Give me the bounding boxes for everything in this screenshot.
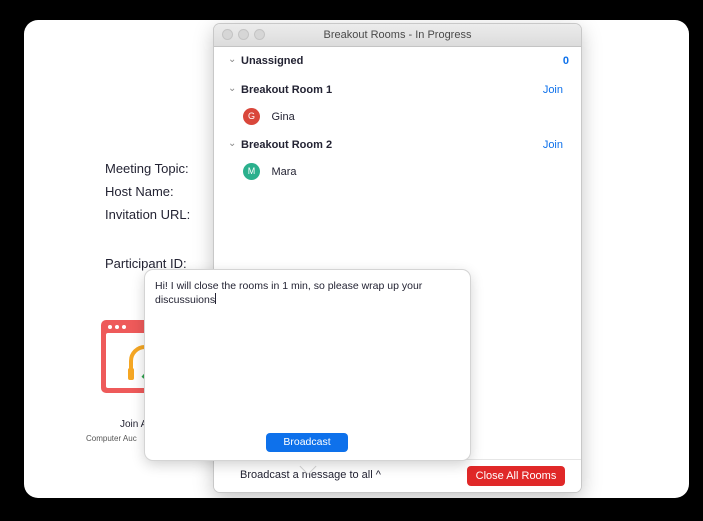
text-caret [215, 293, 217, 304]
room-row-1[interactable]: ⌄ Breakout Room 1 Join [214, 81, 581, 101]
broadcast-message-text: Hi! I will close the rooms in 1 min, so … [155, 280, 423, 306]
close-all-rooms-button[interactable]: Close All Rooms [467, 466, 565, 486]
unassigned-label: Unassigned [241, 55, 304, 67]
participant-name: Mara [271, 165, 297, 178]
broadcast-button[interactable]: Broadcast [266, 433, 348, 452]
panel-title: Breakout Rooms - In Progress [323, 29, 472, 41]
participant-name: Gina [271, 110, 295, 123]
host-name-label: Host Name: [105, 184, 174, 199]
meeting-info: Meeting Topic: Host Name: Invitation URL… [105, 157, 190, 275]
avatar: G [243, 108, 260, 126]
join-room-2-button[interactable]: Join [543, 139, 563, 151]
room-row-2[interactable]: ⌄ Breakout Room 2 Join [214, 136, 581, 156]
chevron-down-icon: ⌄ [228, 138, 237, 149]
join-audio-label: Join A [120, 419, 148, 430]
room-name: Breakout Room 1 [241, 84, 333, 96]
participant-item: M Mara [243, 163, 297, 181]
join-room-1-button[interactable]: Join [543, 84, 563, 96]
panel-titlebar: Breakout Rooms - In Progress [214, 24, 581, 47]
panel-footer: Broadcast a message to all ^ Close All R… [214, 459, 581, 492]
chevron-down-icon: ⌄ [228, 54, 237, 65]
invitation-url-label: Invitation URL: [105, 207, 191, 222]
unassigned-count: 0 [562, 55, 569, 67]
broadcast-popover: Hi! I will close the rooms in 1 min, so … [145, 270, 470, 460]
avatar: M [243, 163, 260, 181]
chevron-down-icon: ⌄ [228, 83, 237, 94]
participant-item: G Gina [243, 108, 295, 126]
unassigned-row[interactable]: ⌄ Unassigned 0 [214, 52, 581, 72]
broadcast-message-input[interactable]: Hi! I will close the rooms in 1 min, so … [155, 280, 455, 307]
room-name: Breakout Room 2 [241, 139, 333, 151]
join-audio-sublabel: Computer Auc [86, 434, 137, 443]
meeting-topic-label: Meeting Topic: [105, 161, 189, 176]
